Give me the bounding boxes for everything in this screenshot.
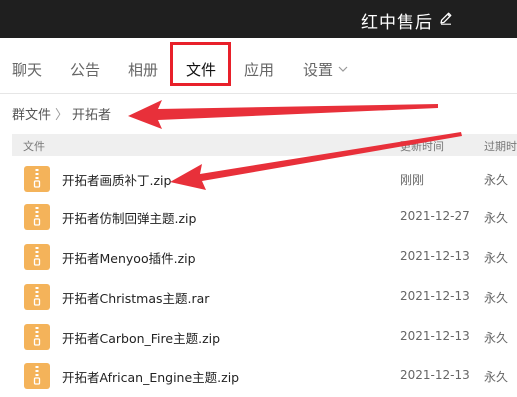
file-name[interactable]: 开拓者仿制回弹主题.zip — [62, 208, 196, 227]
tab-apps[interactable]: 应用 — [244, 59, 274, 80]
zip-file-icon — [24, 166, 50, 192]
edit-icon[interactable] — [438, 10, 454, 26]
chevron-down-icon — [338, 66, 348, 72]
file-time: 2021-12-13 — [400, 249, 470, 263]
file-time: 刚刚 — [400, 173, 425, 187]
zip-file-icon — [24, 284, 50, 310]
zip-file-icon — [24, 204, 50, 230]
file-name[interactable]: 开拓者Carbon_Fire主题.zip — [62, 328, 220, 347]
column-file[interactable]: 文件 — [23, 138, 45, 154]
file-time: 2021-12-27 — [400, 209, 470, 223]
tab-announcement[interactable]: 公告 — [70, 59, 100, 80]
file-table-header: 文件 更新时间 过期时 — [12, 134, 517, 156]
zip-file-icon — [24, 363, 50, 389]
file-expire: 永久 — [484, 211, 509, 225]
breadcrumb-arrow — [128, 100, 438, 129]
file-row[interactable]: 开拓者Menyoo插件.zip 2021-12-13 永久 — [0, 236, 517, 278]
file-name[interactable]: 开拓者Christmas主题.rar — [62, 288, 209, 307]
file-name[interactable]: 开拓者African_Engine主题.zip — [62, 367, 239, 386]
tab-chat[interactable]: 聊天 — [12, 59, 42, 80]
tab-settings-label: 设置 — [303, 61, 334, 79]
file-row[interactable]: 开拓者Carbon_Fire主题.zip 2021-12-13 永久 — [0, 316, 517, 358]
file-row[interactable]: 开拓者African_Engine主题.zip 2021-12-13 永久 — [0, 355, 517, 397]
group-title: 红中售后 — [361, 13, 433, 33]
file-row[interactable]: 开拓者画质补丁.zip 刚刚 永久 — [0, 158, 517, 200]
file-name[interactable]: 开拓者Menyoo插件.zip — [62, 248, 196, 267]
breadcrumb-separator-icon: 〉 — [55, 108, 69, 123]
file-expire: 永久 — [484, 331, 509, 345]
tab-album[interactable]: 相册 — [128, 59, 158, 80]
tab-bar: 聊天 公告 相册 文件 应用 设置 — [0, 38, 517, 96]
breadcrumb-root[interactable]: 群文件 — [12, 108, 51, 123]
file-expire: 永久 — [484, 291, 509, 305]
breadcrumb-current: 开拓者 — [72, 108, 112, 123]
column-expire[interactable]: 过期时 — [484, 138, 517, 154]
file-expire: 永久 — [484, 251, 509, 265]
file-time: 2021-12-13 — [400, 289, 470, 303]
group-header: 红中售后 — [0, 0, 517, 38]
tabs-divider — [0, 93, 517, 94]
tab-settings[interactable]: 设置 — [303, 59, 348, 80]
file-name[interactable]: 开拓者画质补丁.zip — [62, 170, 171, 189]
column-update-time[interactable]: 更新时间 — [400, 138, 444, 154]
file-row[interactable]: 开拓者仿制回弹主题.zip 2021-12-27 永久 — [0, 196, 517, 238]
files-tab-highlight — [170, 42, 231, 86]
file-row[interactable]: 开拓者Christmas主题.rar 2021-12-13 永久 — [0, 276, 517, 318]
file-time: 2021-12-13 — [400, 368, 470, 382]
file-time: 2021-12-13 — [400, 329, 470, 343]
file-expire: 永久 — [484, 370, 509, 384]
file-expire: 永久 — [484, 173, 509, 187]
zip-file-icon — [24, 244, 50, 270]
breadcrumb: 群文件〉开拓者 — [12, 104, 111, 123]
zip-file-icon — [24, 324, 50, 350]
